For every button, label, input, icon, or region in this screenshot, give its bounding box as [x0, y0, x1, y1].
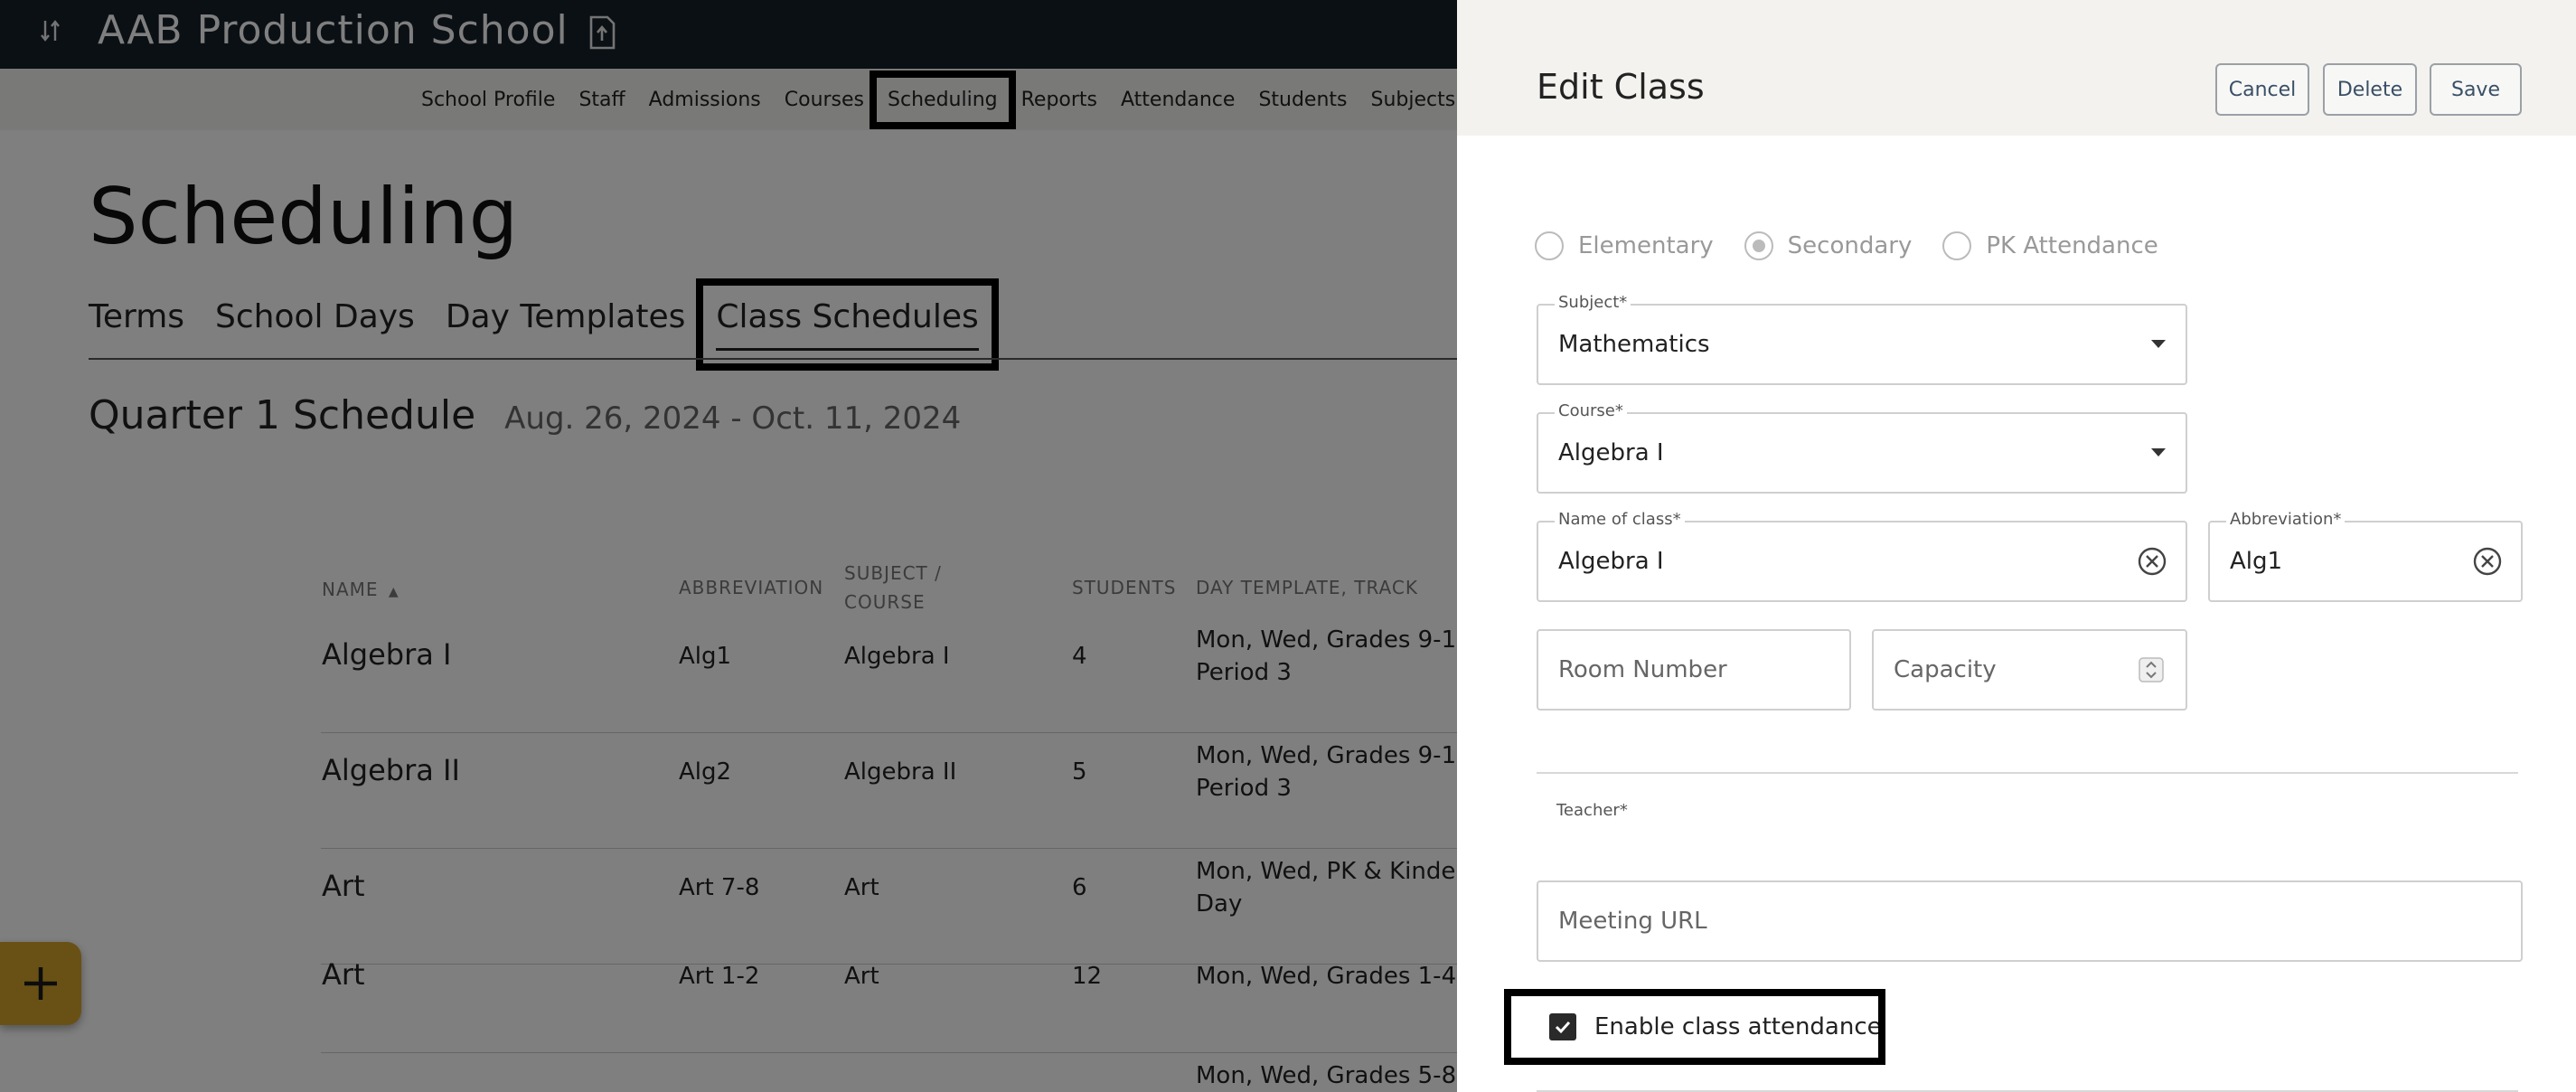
abbreviation-field[interactable]: Abbreviation* Alg1: [2208, 510, 2523, 602]
radio-elementary[interactable]: Elementary: [1535, 231, 1714, 260]
class-name-value: Algebra I: [1558, 548, 1664, 575]
clear-icon[interactable]: [2137, 546, 2167, 577]
radio-circle-icon[interactable]: [1535, 231, 1564, 260]
radio-secondary[interactable]: Secondary: [1744, 231, 1913, 260]
capacity-placeholder: Capacity: [1894, 656, 1997, 683]
chevron-down-icon: [2151, 340, 2166, 348]
course-value: Algebra I: [1558, 439, 1664, 466]
radio-label: PK Attendance: [1986, 232, 2158, 259]
chevron-down-icon: [2151, 448, 2166, 457]
checkmark-icon: [1555, 1021, 1571, 1034]
enable-attendance-toggle[interactable]: Enable class attendance: [1504, 989, 1885, 1065]
stepper-icon[interactable]: [2139, 657, 2164, 682]
meeting-url-field[interactable]: Meeting URL: [1537, 880, 2523, 962]
class-name-field[interactable]: Name of class* Algebra I: [1537, 510, 2187, 602]
capacity-field[interactable]: Capacity: [1872, 629, 2187, 711]
save-button[interactable]: Save: [2430, 63, 2522, 116]
abbreviation-value: Alg1: [2230, 548, 2283, 575]
drawer-header: Edit Class Cancel Delete Save: [1457, 0, 2576, 136]
attendance-label: Enable class attendance: [1594, 1013, 1882, 1040]
modal-overlay[interactable]: [0, 0, 1457, 1092]
section-divider: [1537, 772, 2518, 774]
radio-pk-attendance[interactable]: PK Attendance: [1942, 231, 2158, 260]
attendance-checkbox[interactable]: [1549, 1013, 1576, 1040]
room-number-field[interactable]: Room Number: [1537, 629, 1851, 711]
radio-circle-icon[interactable]: [1942, 231, 1972, 260]
course-select[interactable]: Course* Algebra I: [1537, 401, 2187, 494]
radio-circle-icon[interactable]: [1744, 231, 1773, 260]
radio-label: Secondary: [1787, 232, 1913, 259]
delete-button[interactable]: Delete: [2323, 63, 2417, 116]
meeting-url-placeholder: Meeting URL: [1558, 908, 1707, 935]
level-radio-group: Elementary Secondary PK Attendance: [1535, 228, 2189, 264]
cancel-button[interactable]: Cancel: [2215, 63, 2309, 116]
radio-label: Elementary: [1578, 232, 1714, 259]
drawer-title: Edit Class: [1537, 67, 1705, 107]
room-number-placeholder: Room Number: [1558, 656, 1727, 683]
teacher-label: Teacher*: [1556, 801, 1628, 820]
edit-class-drawer: Edit Class Cancel Delete Save Elementary…: [1457, 0, 2576, 1092]
subject-select[interactable]: Subject* Mathematics: [1537, 293, 2187, 385]
clear-icon[interactable]: [2472, 546, 2503, 577]
subject-value: Mathematics: [1558, 331, 1710, 358]
